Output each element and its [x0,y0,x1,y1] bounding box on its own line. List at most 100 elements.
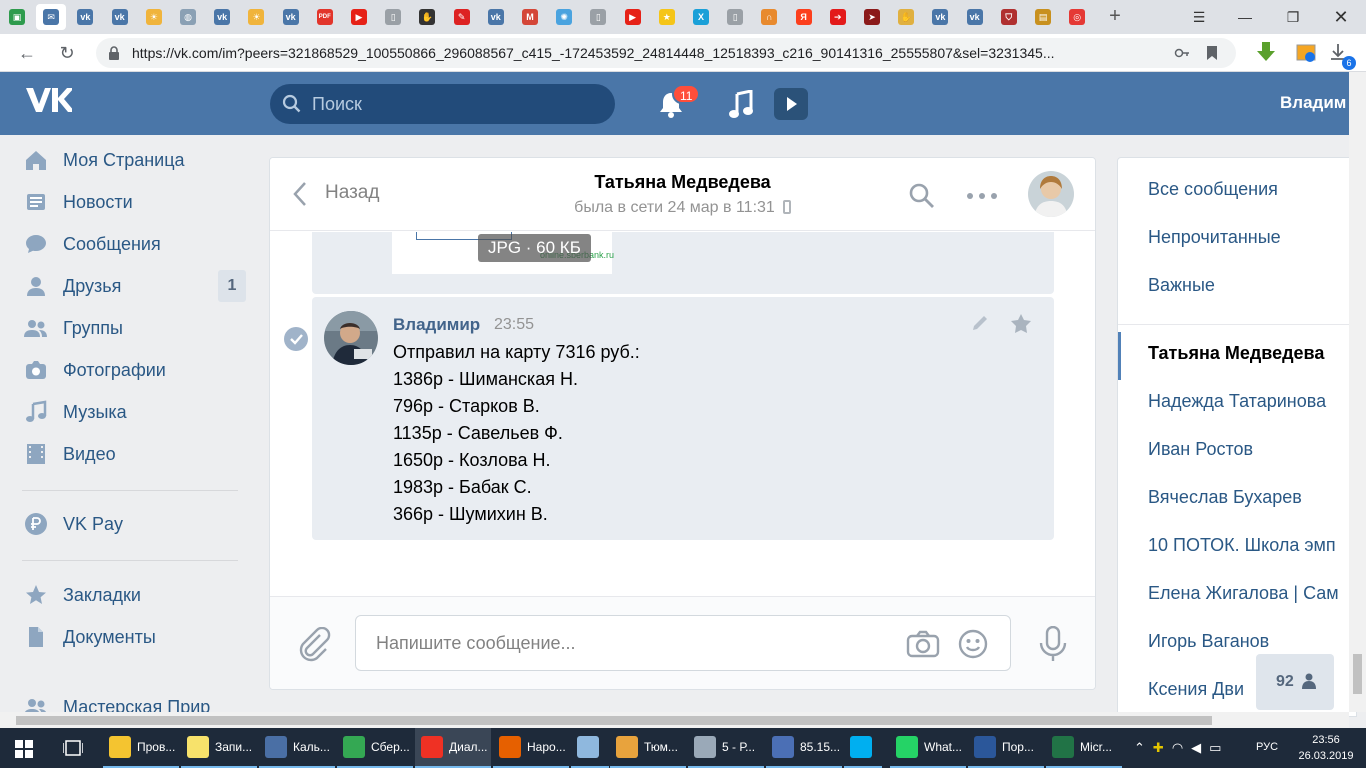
browser-tab[interactable]: PDF [310,4,340,30]
language-indicator[interactable]: РУС [1256,741,1278,753]
taskbar-app[interactable] [571,728,609,768]
taskbar-app[interactable]: Пров... [103,728,179,768]
sidebar-item-music[interactable]: Музыка [20,392,250,432]
taskbar-app[interactable]: Тюм... [610,728,686,768]
play-button[interactable] [774,88,808,120]
browser-tab[interactable]: vk [70,4,100,30]
sidebar-item-groups[interactable]: Группы [20,308,250,348]
url-field[interactable]: https://vk.com/im?peers=321868529_100550… [96,38,1236,68]
more-icon[interactable] [966,192,998,200]
horizontal-scrollbar[interactable] [0,712,1349,728]
taskbar-app[interactable]: Сбер... [337,728,413,768]
browser-tab[interactable]: ∩ [754,4,784,30]
vk-search-input[interactable]: Поиск [270,84,615,124]
taskbar-app[interactable]: Диал... [415,728,491,768]
vertical-scrollbar-thumb[interactable] [1353,654,1362,694]
sidebar-item-video[interactable]: Видео [20,434,250,474]
sidebar-item-friends[interactable]: Друзья 1 [20,266,250,306]
message[interactable]: Владимир 23:55 Отправил на карту 7316 ру… [284,297,1054,540]
browser-tab[interactable]: ◎ [1062,4,1092,30]
sidebar-item-documents[interactable]: Документы [20,617,250,657]
browser-tab[interactable]: ☀ [241,4,271,30]
filter-item[interactable]: Все сообщения [1148,179,1278,200]
speech-icon[interactable]: ▭ [1209,740,1229,755]
browser-tab[interactable]: ▯ [720,4,750,30]
close-window-button[interactable]: ✕ [1318,0,1364,34]
sidebar-item-my-page[interactable]: Моя Страница [20,140,250,180]
browser-tab[interactable]: ★ [652,4,682,30]
author-avatar[interactable] [324,311,378,365]
browser-tab[interactable]: vk [105,4,135,30]
search-icon[interactable] [908,182,936,210]
chat-item[interactable]: Надежда Татаринова [1148,391,1326,412]
message-author[interactable]: Владимир [393,315,480,335]
microphone-icon[interactable] [1037,626,1069,662]
reload-icon[interactable]: ↻ [54,40,80,66]
network-app-icon[interactable]: ✚ [1153,740,1172,755]
browser-tab[interactable]: vk [960,4,990,30]
sidebar-item-photos[interactable]: Фотографии [20,350,250,390]
taskbar-app[interactable] [844,728,882,768]
message-time[interactable]: 23:55 [494,316,534,334]
key-icon[interactable] [1174,45,1190,61]
message-input[interactable]: Напишите сообщение... [355,615,1011,671]
taskbar-app[interactable]: Пор... [968,728,1044,768]
taskbar-app[interactable]: Наро... [493,728,569,768]
browser-tab[interactable]: ▶ [344,4,374,30]
browser-tab[interactable]: ▤ [1028,4,1058,30]
browser-menu-icon[interactable]: ☰ [1176,0,1222,34]
filter-item[interactable]: Важные [1148,275,1215,296]
clock[interactable]: 23:56 26.03.2019 [1296,732,1356,764]
browser-tab[interactable]: ➤ [857,4,887,30]
windows-start-icon[interactable] [15,740,33,758]
restore-button[interactable]: ❐ [1270,0,1316,34]
browser-tab[interactable]: ➔ [823,4,853,30]
browser-tab[interactable]: Я [789,4,819,30]
chevron-left-icon[interactable] [292,180,308,208]
paperclip-icon[interactable] [298,627,332,663]
browser-tab[interactable]: ✋ [891,4,921,30]
wifi-icon[interactable]: ◠ [1172,740,1191,755]
taskbar-app[interactable]: What... [890,728,966,768]
volume-icon[interactable]: ◀ [1191,740,1209,755]
image-extension-icon[interactable] [1296,44,1316,62]
sidebar-item-vkpay[interactable]: VK Pay [20,504,250,544]
browser-tab[interactable]: vk [276,4,306,30]
chat-item[interactable]: Иван Ростов [1148,439,1253,460]
back-button[interactable]: Назад [325,182,379,204]
chat-item[interactable]: Елена Жигалова | Сам [1148,583,1339,604]
task-view-icon[interactable] [63,739,83,757]
music-icon[interactable] [728,90,754,120]
browser-tab[interactable]: ▶ [618,4,648,30]
taskbar-app[interactable]: 85.15... [766,728,842,768]
sidebar-item-bookmarks[interactable]: Закладки [20,575,250,615]
browser-tab[interactable]: ⛉ [994,4,1024,30]
horizontal-scrollbar-thumb[interactable] [16,716,1212,725]
smile-icon[interactable] [958,629,988,659]
taskbar-app[interactable]: 5 - Р... [688,728,764,768]
taskbar-app[interactable]: Micr... [1046,728,1122,768]
browser-tab[interactable]: ✋ [412,4,442,30]
browser-tab[interactable]: ▯ [583,4,613,30]
browser-tab[interactable]: ▣ [2,4,32,30]
chat-item[interactable]: Игорь Ваганов [1148,631,1269,652]
chevron-up-icon[interactable]: ⌃ [1134,740,1153,755]
chat-item[interactable]: 10 ПОТОК. Школа эмп [1148,535,1336,556]
vertical-scrollbar[interactable] [1349,72,1366,712]
sidebar-item-workshop[interactable]: Мастерская Прир [20,687,250,712]
online-friends-button[interactable]: 92 [1256,654,1334,710]
peer-avatar[interactable] [1028,171,1074,217]
chat-item-active[interactable]: Татьяна Медведева [1148,343,1324,364]
user-name[interactable]: Владим [1280,93,1346,113]
browser-tab[interactable]: ☀ [139,4,169,30]
pencil-icon[interactable] [970,313,990,333]
selected-check-icon[interactable] [284,327,308,351]
browser-tab[interactable]: ✺ [549,4,579,30]
browser-tab[interactable]: vk [481,4,511,30]
browser-tab[interactable]: ▯ [378,4,408,30]
browser-tab[interactable]: vk [207,4,237,30]
browser-tab[interactable]: M [515,4,545,30]
browser-tab[interactable]: vk [925,4,955,30]
browser-tab[interactable]: X [686,4,716,30]
browser-tab[interactable]: ✉ [36,4,67,30]
